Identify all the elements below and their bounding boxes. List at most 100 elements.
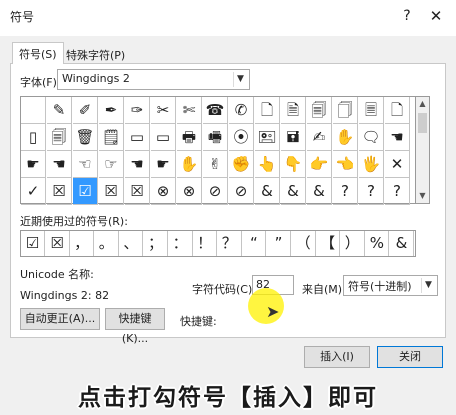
symbol-cell[interactable]: ☞: [99, 151, 124, 178]
symbol-cell[interactable]: ▭: [125, 124, 150, 151]
symbol-cell[interactable]: ☛: [151, 151, 176, 178]
recent-symbol-cell[interactable]: ；: [144, 231, 168, 256]
symbol-cell[interactable]: ☛: [21, 151, 46, 178]
scroll-thumb[interactable]: [418, 113, 427, 133]
recent-symbol-cell[interactable]: ？: [218, 231, 242, 256]
symbol-cell[interactable]: ☒: [125, 178, 150, 205]
symbol-cell[interactable]: ✋: [333, 124, 358, 151]
symbol-cell[interactable]: ☒: [47, 178, 72, 205]
recent-symbol-cell[interactable]: %: [365, 231, 390, 256]
symbol-cell[interactable]: ✐: [73, 97, 98, 124]
symbol-cell[interactable]: 🗐: [47, 124, 72, 151]
from-label: 来自(M):: [302, 283, 346, 296]
symbol-cell[interactable]: &: [307, 178, 332, 205]
symbol-cell[interactable]: ✂: [151, 97, 176, 124]
symbol-cell[interactable]: ✊: [229, 151, 254, 178]
recent-symbol-cell[interactable]: &: [390, 231, 414, 256]
symbol-cell[interactable]: 👈: [333, 151, 358, 178]
symbol-cell[interactable]: 👆: [255, 151, 280, 178]
shortcut-key-label: 快捷键:: [180, 315, 217, 328]
caption-text: 点击打勾符号【插入】即可: [78, 385, 378, 411]
symbol-cell[interactable]: ✓: [21, 178, 46, 205]
symbol-cell[interactable]: 🗍: [333, 97, 358, 124]
symbol-cell[interactable]: &: [255, 178, 280, 205]
recent-symbol-cell[interactable]: 、: [119, 231, 144, 256]
from-select[interactable]: 符号(十进制) ▼: [343, 275, 438, 296]
close-icon[interactable]: ✕: [426, 6, 446, 26]
symbol-cell[interactable]: ?: [385, 178, 410, 205]
symbol-cell[interactable]: ✆: [229, 97, 254, 124]
symbol-cell[interactable]: ☚: [125, 151, 150, 178]
symbol-cell[interactable]: ✑: [125, 97, 150, 124]
symbol-cell[interactable]: 🖷: [203, 124, 228, 151]
symbol-cell[interactable]: 🗒: [99, 124, 124, 151]
chevron-down-icon[interactable]: ▼: [233, 72, 247, 87]
recent-symbol-cell[interactable]: 【: [316, 231, 341, 256]
grid-scrollbar[interactable]: ▲ ▼: [416, 96, 430, 204]
symbol-grid[interactable]: ✎ ✐ ✒ ✑ ✂ ✄ ☎ ✆ 🗋 🗎 🗐 🗍 🗏 🗋 ▯ 🗐 🗑 🗒 ▭ ▭ 🖶 🖷 ⦿ 🖭 🖬 ✍ ✋ 🗨 ☚ ☛ ☚ ☜ ☞ ☚ ☛ ✋ ✌ ✊ 👆 👇…: [20, 96, 416, 205]
symbol-cell[interactable]: ✌: [203, 151, 228, 178]
recent-symbol-cell[interactable]: ）: [341, 231, 365, 256]
symbol-cell[interactable]: ☚: [47, 151, 72, 178]
symbol-cell[interactable]: 🗋: [385, 97, 410, 124]
symbol-cell[interactable]: ☒: [99, 178, 124, 205]
symbol-cell[interactable]: ✄: [177, 97, 202, 124]
chevron-down-icon[interactable]: ▼: [421, 278, 435, 293]
symbol-cell[interactable]: ?: [359, 178, 384, 205]
symbol-cell[interactable]: &: [281, 178, 306, 205]
recent-symbol-cell[interactable]: ”: [267, 231, 291, 256]
insert-button[interactable]: 插入(I): [304, 346, 370, 368]
symbol-cell[interactable]: 🗋: [255, 97, 280, 124]
recent-symbol-cell[interactable]: 。: [95, 231, 119, 256]
help-icon[interactable]: ?: [397, 6, 417, 26]
recent-symbol-cell[interactable]: ：: [169, 231, 193, 256]
tab-special-characters[interactable]: 特殊字符(P): [60, 44, 131, 63]
symbol-cell[interactable]: ☎: [203, 97, 228, 124]
symbol-cell[interactable]: 🖬: [281, 124, 306, 151]
close-button[interactable]: 关闭: [377, 346, 443, 368]
scroll-up-icon[interactable]: ▲: [416, 97, 429, 111]
symbol-cell[interactable]: 🗎: [281, 97, 306, 124]
symbol-cell[interactable]: 🗨: [359, 124, 384, 151]
symbol-cell[interactable]: 🗑: [73, 124, 98, 151]
recent-symbol-cell[interactable]: （: [292, 231, 316, 256]
symbol-cell[interactable]: ✋: [177, 151, 202, 178]
title-bar: 符号 ? ✕: [0, 0, 456, 36]
font-label: 字体(F):: [20, 76, 61, 89]
symbol-cell[interactable]: 👉: [307, 151, 332, 178]
symbol-cell[interactable]: [21, 97, 46, 124]
recent-symbol-cell[interactable]: ！: [193, 231, 218, 256]
symbol-cell[interactable]: 🖐: [359, 151, 384, 178]
symbol-cell[interactable]: 🗐: [307, 97, 332, 124]
scroll-down-icon[interactable]: ▼: [416, 189, 429, 203]
symbol-cell[interactable]: ?: [333, 178, 358, 205]
recent-symbol-cell[interactable]: ☑: [21, 231, 45, 256]
symbol-cell[interactable]: ⦿: [229, 124, 254, 151]
char-code-label: 字符代码(C):: [192, 283, 256, 296]
symbol-cell[interactable]: ⊗: [151, 178, 176, 205]
symbol-cell[interactable]: ⊘: [203, 178, 228, 205]
symbol-cell[interactable]: ⊗: [177, 178, 202, 205]
symbol-cell[interactable]: ⊘: [229, 178, 254, 205]
recent-symbols-row[interactable]: ☑ ☒，。、；：！？ “” （【）% &: [20, 230, 416, 257]
symbol-cell[interactable]: ☚: [385, 124, 410, 151]
symbol-cell[interactable]: ▯: [21, 124, 46, 151]
recent-symbol-cell[interactable]: “: [242, 231, 267, 256]
symbol-cell[interactable]: ✕: [385, 151, 410, 178]
symbol-cell[interactable]: ✍: [307, 124, 332, 151]
autocorrect-button[interactable]: 自动更正(A)...: [20, 308, 100, 330]
tab-symbols[interactable]: 符号(S): [12, 42, 64, 64]
shortcut-key-button[interactable]: 快捷键(K)...: [105, 308, 165, 345]
symbol-cell[interactable]: ▭: [151, 124, 176, 151]
recent-symbol-cell[interactable]: ☒: [46, 231, 70, 256]
symbol-cell[interactable]: ☜: [73, 151, 98, 178]
symbol-cell[interactable]: 👇: [281, 151, 306, 178]
symbol-cell[interactable]: 🖶: [177, 124, 202, 151]
symbol-cell[interactable]: ☑: [73, 178, 98, 205]
font-select[interactable]: Wingdings 2 ▼: [57, 69, 250, 90]
recent-symbol-cell[interactable]: ，: [70, 231, 95, 256]
symbol-cell[interactable]: ✒: [99, 97, 124, 124]
symbol-cell[interactable]: 🗏: [359, 97, 384, 124]
symbol-cell[interactable]: ✎: [47, 97, 72, 124]
symbol-cell[interactable]: 🖭: [255, 124, 280, 151]
